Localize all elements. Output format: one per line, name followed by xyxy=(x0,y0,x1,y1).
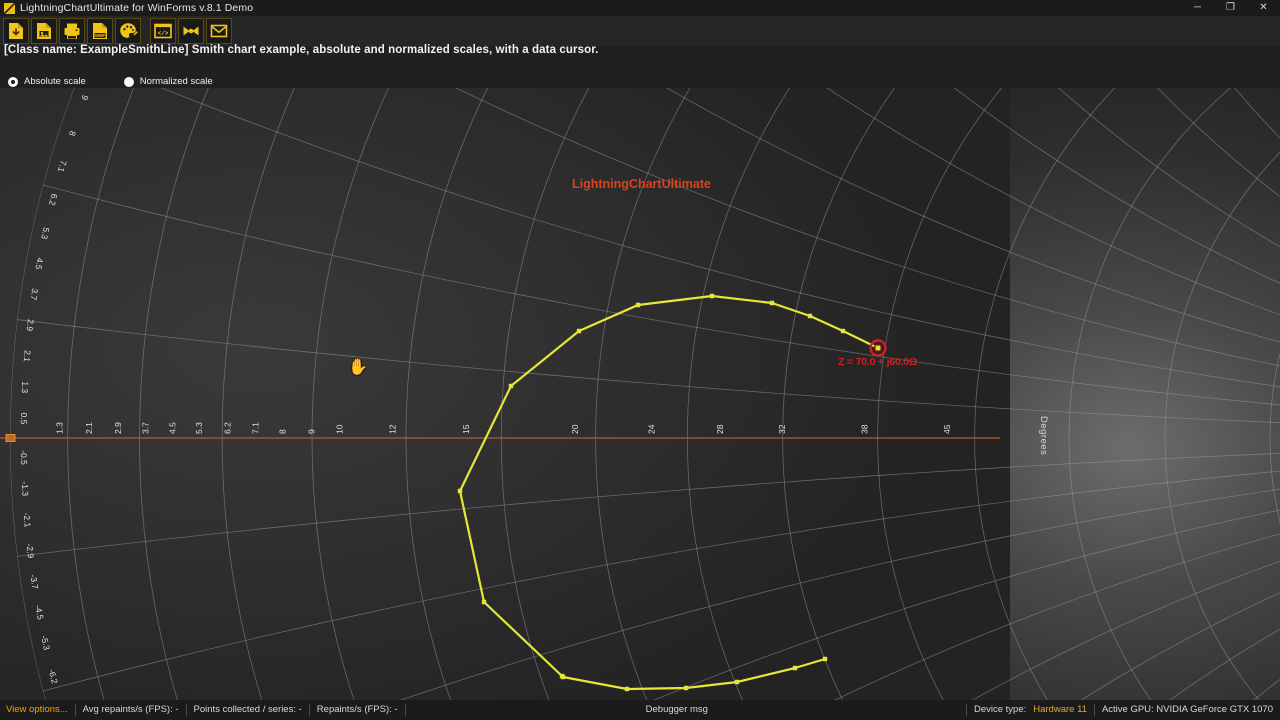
view-options-button[interactable]: View options... xyxy=(0,704,76,716)
svg-text:-2.1: -2.1 xyxy=(22,512,33,528)
title-bar: LightningChartUltimate for WinForms v.8.… xyxy=(0,0,1280,16)
printer-icon xyxy=(62,21,82,41)
device-type-label: Device type: xyxy=(973,704,1027,715)
svg-text:3.7: 3.7 xyxy=(29,288,41,301)
data-cursor-label: Z = 70.0 + j60.0Ω xyxy=(838,356,918,368)
bowtie-button[interactable] xyxy=(178,18,204,44)
save-to-file-button[interactable] xyxy=(3,18,29,44)
print-button[interactable] xyxy=(59,18,85,44)
svg-text:28: 28 xyxy=(715,424,725,434)
svg-text:5.3: 5.3 xyxy=(39,227,51,241)
svg-text:9: 9 xyxy=(79,94,90,102)
radio-absolute-scale[interactable]: Absolute scale xyxy=(8,76,86,87)
degrees-axis-title: Degrees xyxy=(1038,416,1049,456)
svg-text:5.3: 5.3 xyxy=(194,422,204,434)
close-button[interactable]: ✕ xyxy=(1247,0,1280,16)
repaints-status: Repaints/s (FPS): - xyxy=(310,704,406,716)
svg-text:-6.2: -6.2 xyxy=(47,668,60,685)
svg-text:10: 10 xyxy=(334,424,344,434)
svg-text:WMF: WMF xyxy=(95,33,105,38)
svg-text:4.5: 4.5 xyxy=(33,257,45,271)
view-source-button[interactable]: </> xyxy=(150,18,176,44)
window-title: LightningChartUltimate for WinForms v.8.… xyxy=(20,2,254,14)
maximize-button[interactable]: ❐ xyxy=(1214,0,1247,16)
status-bar: View options... Avg repaints/s (FPS): - … xyxy=(0,700,1280,720)
svg-text:2.1: 2.1 xyxy=(22,350,33,363)
svg-text:24: 24 xyxy=(646,424,656,434)
svg-text:6.2: 6.2 xyxy=(47,193,60,207)
active-gpu-status: Active GPU: NVIDIA GeForce GTX 1070 xyxy=(1101,704,1273,715)
lightningchart-logo-icon xyxy=(4,2,15,14)
svg-text:4.5: 4.5 xyxy=(168,422,178,434)
svg-text:12: 12 xyxy=(387,424,397,434)
svg-text:-3.7: -3.7 xyxy=(28,574,40,590)
color-theme-button[interactable] xyxy=(115,18,141,44)
envelope-icon xyxy=(209,21,229,41)
save-image-button[interactable] xyxy=(31,18,57,44)
toolbar: WMF </> xyxy=(0,16,1280,46)
svg-text:</>: </> xyxy=(158,30,169,37)
svg-text:1.3: 1.3 xyxy=(20,381,31,394)
svg-text:2.9: 2.9 xyxy=(25,319,36,332)
svg-text:-5.3: -5.3 xyxy=(39,634,52,651)
example-description: [Class name: ExampleSmithLine] Smith cha… xyxy=(4,44,599,56)
save-wmf-button[interactable]: WMF xyxy=(87,18,113,44)
svg-text:7.1: 7.1 xyxy=(56,159,69,173)
avg-repaints-status: Avg repaints/s (FPS): - xyxy=(76,704,187,716)
palette-icon xyxy=(118,21,138,41)
svg-text:8: 8 xyxy=(67,130,78,138)
svg-text:2.9: 2.9 xyxy=(113,422,123,434)
watermark-text: LightningChartUltimate xyxy=(572,177,711,191)
svg-text:9: 9 xyxy=(306,429,316,434)
document-wmf-icon: WMF xyxy=(90,21,110,41)
application-window: LightningChartUltimate for WinForms v.8.… xyxy=(0,0,1280,720)
pan-hand-icon: ✋ xyxy=(348,359,368,376)
debugger-msg-status: Debugger msg xyxy=(645,704,708,715)
document-download-icon xyxy=(6,21,26,41)
svg-text:32: 32 xyxy=(777,424,787,434)
svg-text:15: 15 xyxy=(461,424,471,434)
radio-indicator xyxy=(123,76,134,87)
svg-text:38: 38 xyxy=(859,424,869,434)
svg-text:-2.9: -2.9 xyxy=(24,543,36,559)
device-type-status: Device type: Hardware 11 xyxy=(965,704,1095,716)
svg-text:20: 20 xyxy=(570,424,580,434)
code-window-icon: </> xyxy=(153,21,173,41)
radio-normalized-scale[interactable]: Normalized scale xyxy=(123,76,213,87)
smith-chart[interactable]: 05101520253553503453403353303251.32.12.9… xyxy=(0,88,1280,700)
svg-text:6.2: 6.2 xyxy=(223,422,233,434)
svg-text:2.1: 2.1 xyxy=(84,422,94,434)
svg-text:8: 8 xyxy=(277,429,287,434)
svg-text:-1.3: -1.3 xyxy=(20,481,31,496)
device-type-value: Hardware 11 xyxy=(1033,704,1087,715)
svg-text:-4.5: -4.5 xyxy=(33,604,46,620)
bowtie-icon xyxy=(181,21,201,41)
svg-text:0.5: 0.5 xyxy=(19,412,29,424)
svg-text:3.7: 3.7 xyxy=(141,422,151,434)
svg-text:-0.5: -0.5 xyxy=(19,450,29,465)
radio-label: Absolute scale xyxy=(24,76,86,87)
svg-text:7.1: 7.1 xyxy=(250,422,260,434)
radio-indicator xyxy=(8,76,18,87)
mail-button[interactable] xyxy=(206,18,232,44)
svg-text:45: 45 xyxy=(942,424,952,434)
scale-option-group: Absolute scale Normalized scale xyxy=(8,76,251,87)
svg-text:1.3: 1.3 xyxy=(54,422,64,434)
window-controls: ─ ❐ ✕ xyxy=(1181,0,1280,16)
minimize-button[interactable]: ─ xyxy=(1181,0,1214,16)
points-collected-status: Points collected / series: - xyxy=(187,704,310,716)
radio-label: Normalized scale xyxy=(139,76,213,87)
document-image-icon xyxy=(34,21,54,41)
